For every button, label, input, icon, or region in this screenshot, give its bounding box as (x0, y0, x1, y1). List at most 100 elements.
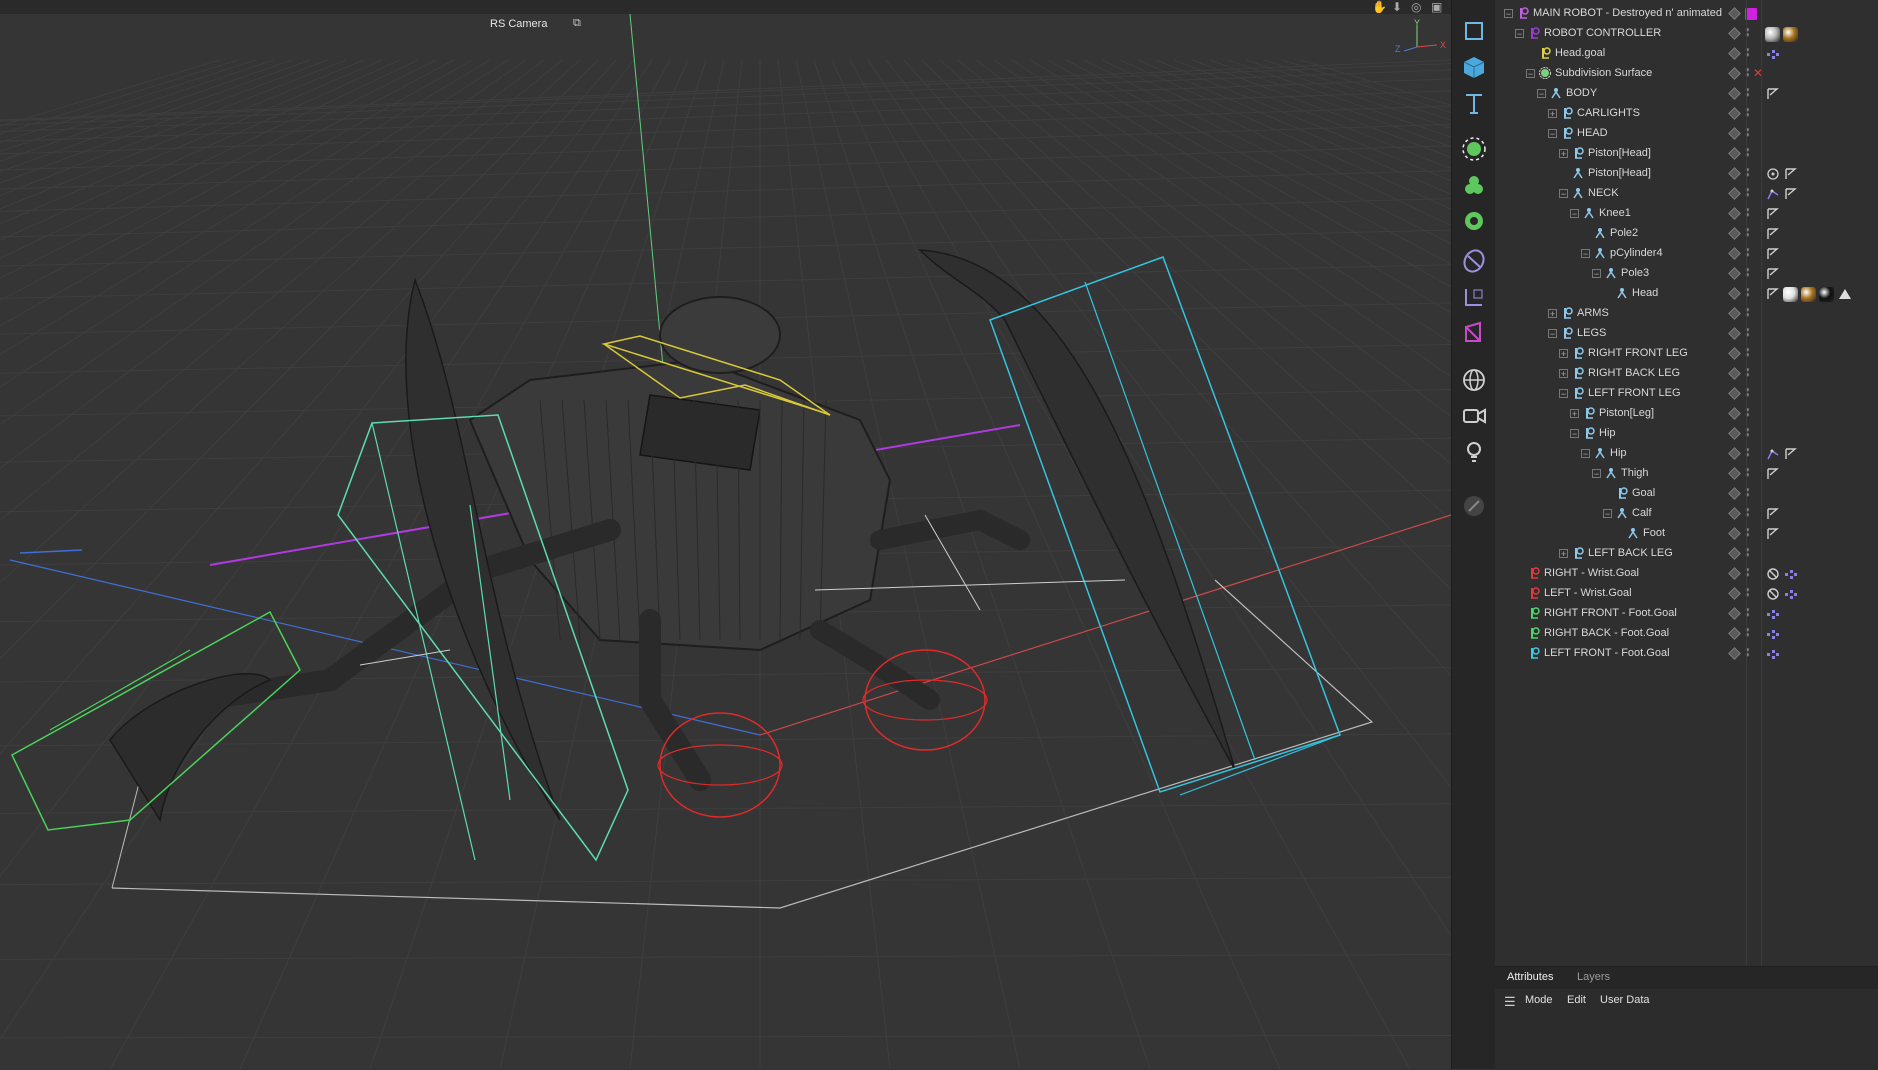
weight-tag-icon[interactable] (1765, 207, 1780, 222)
object-row[interactable]: −MAIN ROBOT - Destroyed n' animated●● (1495, 4, 1878, 24)
weight-tag-icon[interactable] (1765, 227, 1780, 242)
collapse-toggle-icon[interactable]: − (1581, 449, 1590, 459)
layer-visibility-icon[interactable] (1728, 487, 1741, 500)
camera-icon[interactable] (1458, 436, 1490, 468)
layer-visibility-icon[interactable] (1728, 347, 1741, 360)
collapse-toggle-icon[interactable]: − (1559, 189, 1568, 199)
ik-goal-tag-icon[interactable] (1783, 567, 1798, 582)
deformer-icon[interactable] (1458, 205, 1490, 237)
camera-lock-icon[interactable]: ⧉ (573, 17, 581, 30)
object-row[interactable]: − Calf ● ● (1495, 504, 1878, 524)
collapse-toggle-icon[interactable]: − (1570, 209, 1579, 219)
weight-tag-icon[interactable] (1783, 187, 1798, 202)
object-row[interactable]: Head ● ● (1495, 284, 1878, 304)
object-row[interactable]: Head.goal ● ● (1495, 44, 1878, 64)
ik-chain-tag-icon[interactable] (1765, 187, 1780, 202)
material-tag-icon[interactable] (1819, 286, 1834, 302)
expand-toggle-icon[interactable]: + (1570, 409, 1579, 419)
layer-visibility-icon[interactable] (1728, 447, 1741, 460)
menu-edit[interactable]: Edit (1567, 994, 1586, 1006)
object-row[interactable]: − LEGS ● ● (1495, 324, 1878, 344)
collapse-toggle-icon[interactable]: − (1537, 89, 1546, 99)
layer-visibility-icon[interactable] (1728, 227, 1741, 240)
text-tool-icon[interactable] (1458, 87, 1490, 119)
collapse-toggle-icon[interactable]: − (1559, 389, 1568, 399)
layer-visibility-icon[interactable] (1728, 47, 1741, 60)
expand-toggle-icon[interactable]: + (1548, 309, 1557, 319)
object-row[interactable]: RIGHT - Wrist.Goal ● ● (1495, 564, 1878, 584)
object-row[interactable]: + CARLIGHTS ● ● (1495, 104, 1878, 124)
layer-visibility-icon[interactable] (1728, 307, 1741, 320)
collapse-toggle-icon[interactable]: − (1592, 469, 1601, 479)
dolly-icon[interactable]: ⬇ (1392, 0, 1402, 14)
weight-tag-icon[interactable] (1765, 267, 1780, 282)
menu-user-data[interactable]: User Data (1600, 994, 1650, 1006)
object-row[interactable]: − pCylinder4 ● ● (1495, 244, 1878, 264)
generator-icon[interactable] (1458, 133, 1490, 165)
layer-visibility-icon[interactable] (1728, 327, 1741, 340)
mograph-effector-icon[interactable] (1458, 364, 1490, 396)
layer-visibility-icon[interactable] (1728, 187, 1741, 200)
collapse-toggle-icon[interactable]: − (1603, 509, 1612, 519)
object-row[interactable]: − HEAD ● ● (1495, 124, 1878, 144)
weight-tag-icon[interactable] (1765, 247, 1780, 262)
weight-tag-icon[interactable] (1765, 467, 1780, 482)
material-tag-icon[interactable] (1783, 26, 1798, 42)
light-icon[interactable] (1458, 490, 1490, 522)
object-row[interactable]: + ARMS ● ● (1495, 304, 1878, 324)
layer-visibility-icon[interactable] (1728, 167, 1741, 180)
object-row[interactable]: RIGHT FRONT - Foot.Goal ● ● (1495, 604, 1878, 624)
expand-toggle-icon[interactable]: + (1548, 109, 1557, 119)
layer-visibility-icon[interactable] (1728, 7, 1741, 20)
object-row[interactable]: − BODY ● ● (1495, 84, 1878, 104)
collapse-toggle-icon[interactable]: − (1570, 429, 1579, 439)
layer-visibility-icon[interactable] (1728, 267, 1741, 280)
mograph-icon[interactable] (1458, 169, 1490, 201)
rotate-icon[interactable]: ◎ (1411, 0, 1421, 14)
object-row[interactable]: − Hip ● ● (1495, 424, 1878, 444)
object-row[interactable]: Foot ● ● (1495, 524, 1878, 544)
layer-visibility-icon[interactable] (1728, 527, 1741, 540)
collapse-toggle-icon[interactable]: − (1526, 69, 1535, 79)
layer-visibility-icon[interactable] (1728, 627, 1741, 640)
cube-icon[interactable] (1458, 51, 1490, 83)
layer-visibility-icon[interactable] (1728, 587, 1741, 600)
ik-goal-tag-icon[interactable] (1765, 607, 1780, 622)
select-rect-icon[interactable] (1458, 15, 1490, 47)
object-row[interactable]: − Subdivision Surface ● ● ✕ (1495, 64, 1878, 84)
layer-visibility-icon[interactable] (1728, 207, 1741, 220)
object-row[interactable]: + Piston[Head] ● ● (1495, 144, 1878, 164)
object-row[interactable]: − ROBOT CONTROLLER ● ● (1495, 24, 1878, 44)
menu-mode[interactable]: Mode (1525, 994, 1553, 1006)
layer-visibility-icon[interactable] (1728, 147, 1741, 160)
expand-toggle-icon[interactable]: + (1559, 349, 1568, 359)
weight-tag-icon[interactable] (1765, 507, 1780, 522)
object-row[interactable]: − Hip ● ● (1495, 444, 1878, 464)
layer-visibility-icon[interactable] (1728, 567, 1741, 580)
camera-label[interactable]: RS Camera (490, 18, 547, 30)
layer-visibility-icon[interactable] (1728, 467, 1741, 480)
object-row[interactable]: Goal ● ● (1495, 484, 1878, 504)
phong-tag-icon[interactable] (1837, 287, 1852, 302)
object-row[interactable]: + RIGHT BACK LEG ● ● (1495, 364, 1878, 384)
object-row[interactable]: − Thigh ● ● (1495, 464, 1878, 484)
protection-tag-icon[interactable] (1765, 587, 1780, 602)
expand-toggle-icon[interactable]: + (1559, 549, 1568, 559)
collapse-toggle-icon[interactable]: − (1515, 29, 1524, 39)
object-row[interactable]: − NECK ● ● (1495, 184, 1878, 204)
layer-visibility-icon[interactable] (1728, 67, 1741, 80)
pan-icon[interactable]: ✋ (1372, 0, 1387, 14)
ik-chain-tag-icon[interactable] (1765, 447, 1780, 462)
layer-visibility-icon[interactable] (1728, 387, 1741, 400)
object-row[interactable]: − Knee1 ● ● (1495, 204, 1878, 224)
object-row[interactable]: Pole2 ● ● (1495, 224, 1878, 244)
weight-tag-icon[interactable] (1783, 167, 1798, 182)
hamburger-menu-icon[interactable]: ☰ (1504, 994, 1516, 1010)
object-row[interactable]: − Pole3 ● ● (1495, 264, 1878, 284)
ik-goal-tag-icon[interactable] (1765, 47, 1780, 62)
object-row[interactable]: + Piston[Leg] ● ● (1495, 404, 1878, 424)
ik-goal-tag-icon[interactable] (1765, 647, 1780, 662)
collapse-toggle-icon[interactable]: − (1581, 249, 1590, 259)
material-tag-icon[interactable] (1783, 286, 1798, 302)
weight-tag-icon[interactable] (1765, 527, 1780, 542)
